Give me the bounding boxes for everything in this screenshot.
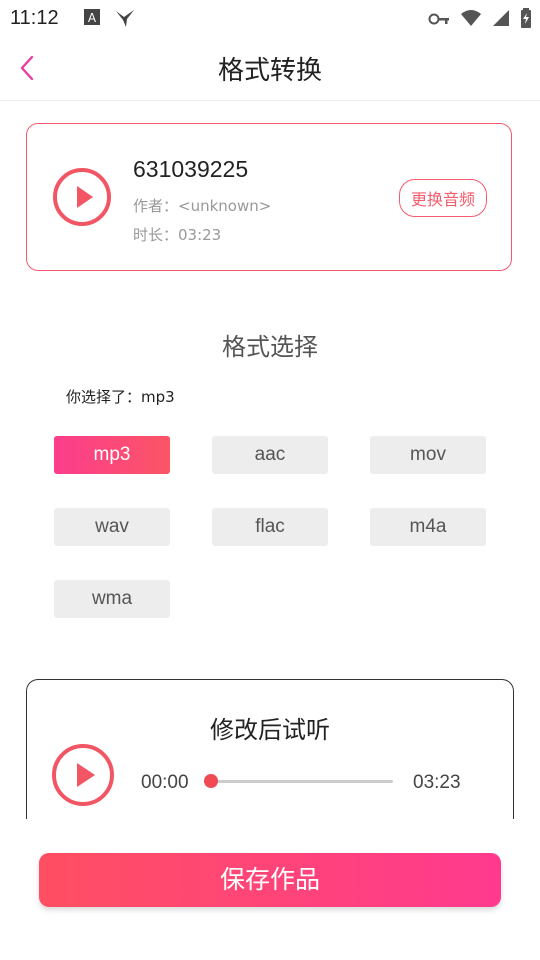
change-audio-button[interactable]: 更换音频: [398, 179, 487, 217]
audio-duration: 时长：03:23: [133, 226, 222, 244]
audio-author: 作者：<unknown>: [133, 197, 272, 215]
status-bar: 11:12 A: [0, 0, 540, 36]
key-icon: [428, 11, 450, 30]
progress-track[interactable]: [211, 780, 393, 783]
format-option-aac[interactable]: aac: [212, 436, 328, 474]
app-a-icon: A: [83, 8, 101, 30]
save-button[interactable]: 保存作品: [39, 853, 501, 907]
format-option-m4a[interactable]: m4a: [370, 508, 486, 546]
source-play-button[interactable]: [53, 168, 111, 226]
preview-title: 修改后试听: [210, 716, 330, 744]
format-option-mp3[interactable]: mp3: [54, 436, 170, 474]
format-option-wma[interactable]: wma: [54, 580, 170, 618]
status-time: 11:12: [10, 7, 59, 29]
total-time: 03:23: [413, 772, 461, 793]
preview-play-button[interactable]: [52, 744, 114, 806]
svg-text:A: A: [88, 11, 97, 25]
preview-card: 修改后试听 00:00 03:23: [26, 679, 514, 819]
source-audio-card: 631039225 作者：<unknown> 时长：03:23 更换音频: [26, 123, 512, 271]
battery-icon: [520, 8, 532, 32]
page-title: 格式转换: [217, 56, 322, 86]
play-icon: [77, 186, 93, 208]
selected-format-text: 你选择了：mp3: [66, 388, 175, 406]
audio-title: 631039225: [133, 156, 249, 182]
format-option-mov[interactable]: mov: [370, 436, 486, 474]
current-time: 00:00: [141, 772, 189, 793]
format-option-wav[interactable]: wav: [54, 508, 170, 546]
top-bar: 格式转换: [0, 36, 540, 101]
signal-icon: [492, 9, 510, 31]
progress-thumb[interactable]: [204, 774, 218, 788]
bird-icon: [114, 8, 136, 32]
format-section-title: 格式选择: [222, 333, 318, 361]
play-icon: [77, 763, 95, 787]
wifi-icon: [460, 9, 482, 31]
format-option-flac[interactable]: flac: [212, 508, 328, 546]
